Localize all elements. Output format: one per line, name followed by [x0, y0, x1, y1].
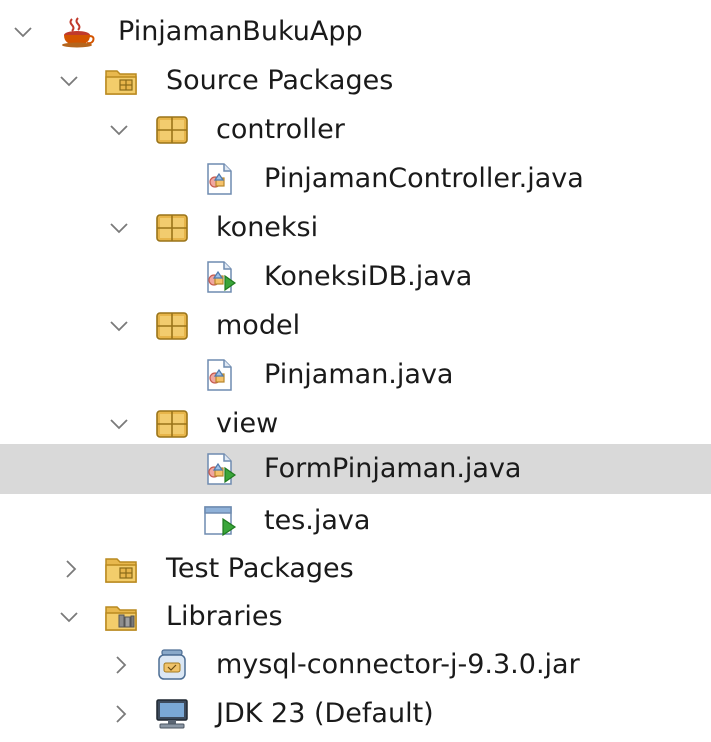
- jdk-computer-icon: [154, 698, 190, 730]
- tree-node-test-packages[interactable]: Test Packages: [0, 545, 711, 593]
- tree-node-file-pinjaman-controller[interactable]: PinjamanController.java: [0, 155, 711, 203]
- chevron-down-icon[interactable]: [110, 415, 128, 433]
- tree-node-label: KoneksiDB.java: [264, 261, 473, 292]
- tree-node-label: FormPinjaman.java: [264, 453, 522, 484]
- project-tree: PinjamanBukuApp Source Packages controll…: [0, 0, 711, 742]
- jar-icon: [154, 649, 190, 681]
- tree-node-libraries[interactable]: Libraries: [0, 593, 711, 641]
- package-icon: [154, 212, 190, 244]
- tree-node-package-koneksi[interactable]: koneksi: [0, 204, 711, 252]
- package-icon: [154, 114, 190, 146]
- chevron-right-icon[interactable]: [112, 705, 130, 723]
- tree-node-project[interactable]: PinjamanBukuApp: [0, 8, 711, 56]
- tree-node-label: JDK 23 (Default): [216, 698, 434, 729]
- chevron-right-icon[interactable]: [112, 656, 130, 674]
- tree-node-label: Source Packages: [166, 65, 394, 96]
- java-main-class-icon: [202, 261, 238, 293]
- chevron-down-icon[interactable]: [110, 219, 128, 237]
- tree-node-label: controller: [216, 114, 345, 145]
- chevron-down-icon[interactable]: [110, 121, 128, 139]
- tree-node-package-controller[interactable]: controller: [0, 106, 711, 154]
- coffee-cup-icon: [60, 16, 96, 48]
- package-icon: [154, 408, 190, 440]
- package-icon: [154, 310, 190, 342]
- tree-node-file-tes[interactable]: tes.java: [0, 497, 711, 545]
- tree-node-package-view[interactable]: view: [0, 400, 711, 448]
- tree-node-label: model: [216, 310, 301, 341]
- java-class-icon: [202, 359, 238, 391]
- java-class-icon: [202, 163, 238, 195]
- tree-node-source-packages[interactable]: Source Packages: [0, 57, 711, 105]
- tree-node-label: PinjamanBukuApp: [118, 16, 363, 47]
- chevron-right-icon[interactable]: [62, 560, 80, 578]
- chevron-down-icon[interactable]: [110, 317, 128, 335]
- tree-node-label: mysql-connector-j-9.3.0.jar: [216, 649, 580, 680]
- libraries-folder-icon: [104, 601, 140, 633]
- java-main-class-icon: [202, 453, 238, 485]
- tree-node-file-koneksidb[interactable]: KoneksiDB.java: [0, 253, 711, 301]
- tree-node-label: Test Packages: [166, 553, 354, 584]
- tree-node-package-model[interactable]: model: [0, 302, 711, 350]
- test-folder-icon: [104, 553, 140, 585]
- tree-node-file-form-pinjaman[interactable]: FormPinjaman.java: [0, 444, 711, 494]
- tree-node-label: Pinjaman.java: [264, 359, 454, 390]
- tree-node-label: koneksi: [216, 212, 319, 243]
- tree-node-library-jdk[interactable]: JDK 23 (Default): [0, 690, 711, 738]
- tree-node-file-pinjaman[interactable]: Pinjaman.java: [0, 351, 711, 399]
- chevron-down-icon[interactable]: [60, 608, 78, 626]
- chevron-down-icon[interactable]: [60, 72, 78, 90]
- chevron-down-icon[interactable]: [14, 23, 32, 41]
- source-folder-icon: [104, 65, 140, 97]
- tree-node-library-mysql-connector[interactable]: mysql-connector-j-9.3.0.jar: [0, 641, 711, 689]
- tree-node-label: view: [216, 408, 279, 439]
- tree-node-label: tes.java: [264, 505, 371, 536]
- java-runnable-form-icon: [202, 505, 238, 537]
- tree-node-label: PinjamanController.java: [264, 163, 584, 194]
- tree-node-label: Libraries: [166, 601, 283, 632]
